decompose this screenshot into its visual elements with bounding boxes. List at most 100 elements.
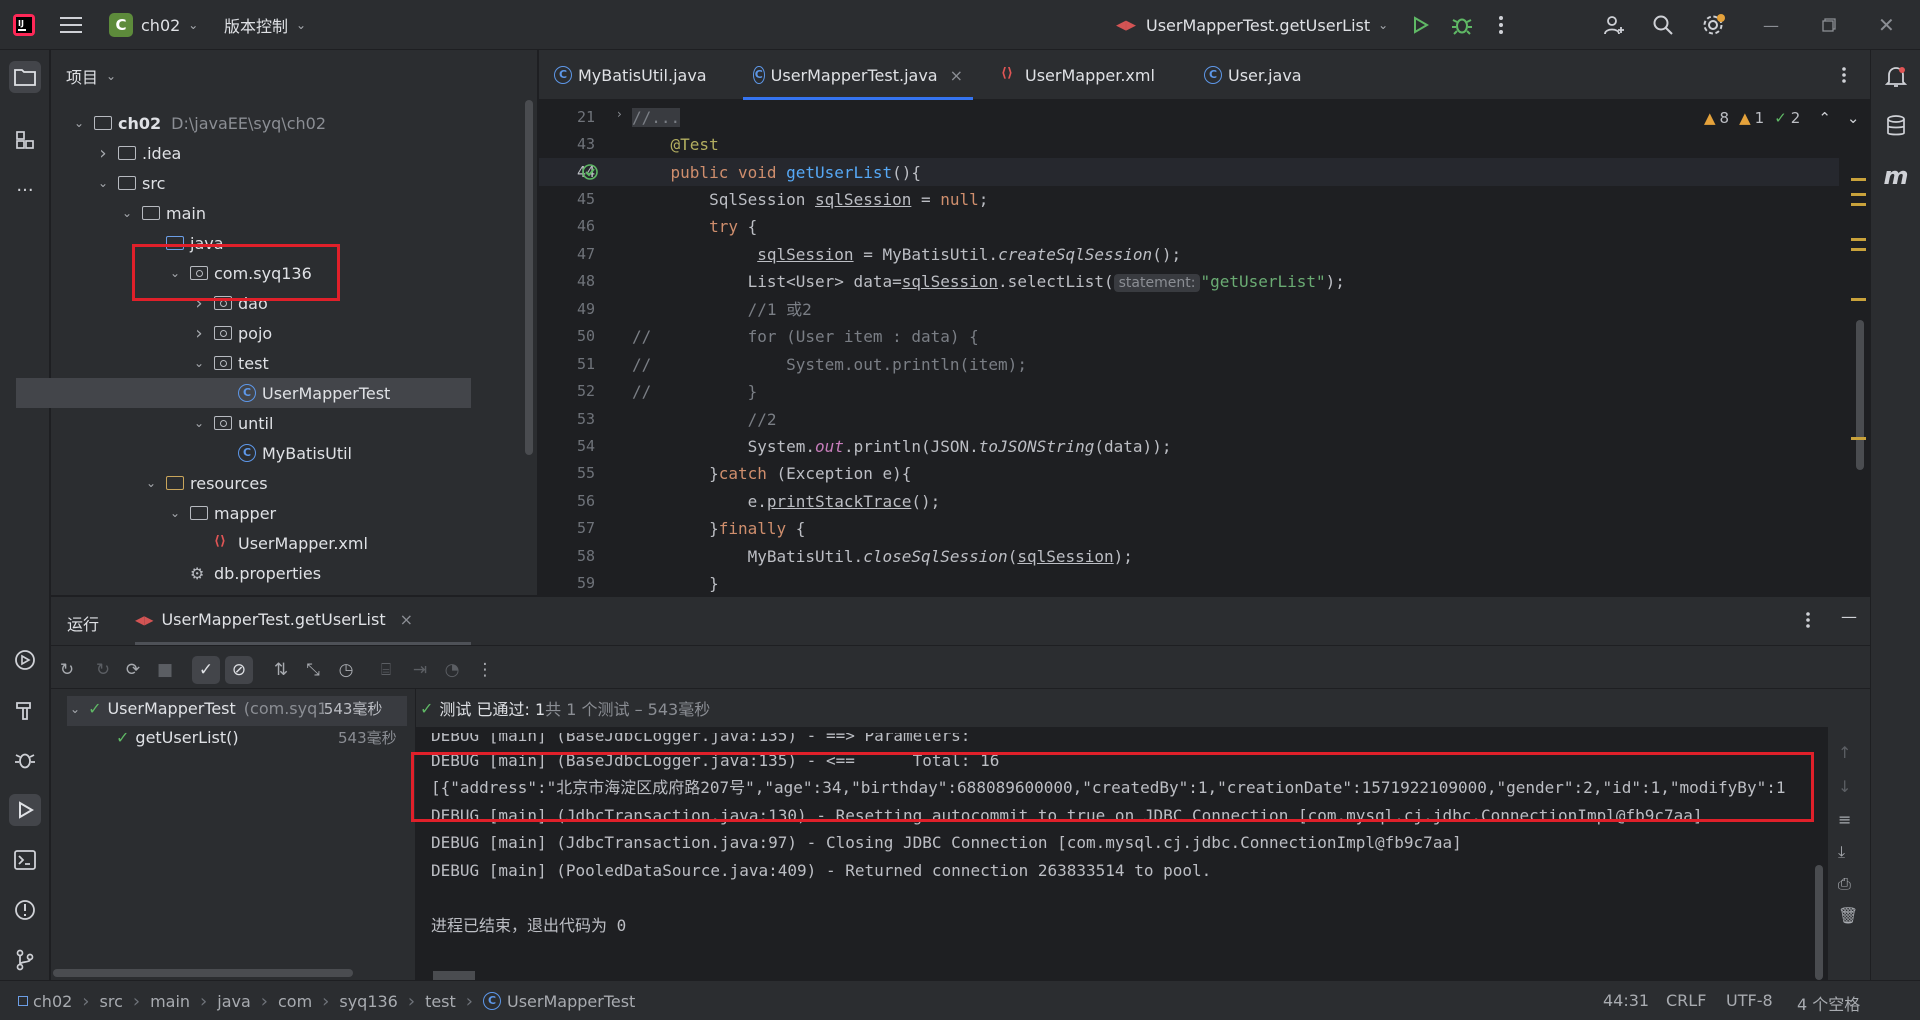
code-line-21[interactable]: //...: [632, 104, 1832, 131]
test-tree-root[interactable]: ⌄ ✓ UserMapperTest (com.syq13 543毫秒: [70, 698, 400, 719]
debug-button[interactable]: [1451, 0, 1473, 50]
soft-wrap-icon[interactable]: ≡: [1838, 810, 1851, 829]
breadcrumb-item[interactable]: UserMapperTest: [507, 992, 635, 1011]
tree-item-pojo[interactable]: › pojo: [0, 318, 470, 348]
tree-item-usermappertest[interactable]: C UserMapperTest: [16, 378, 471, 408]
print-icon[interactable]: ⎙: [1838, 874, 1851, 894]
chevron-down-icon[interactable]: ⌄: [1847, 109, 1860, 127]
code-line-48[interactable]: List<User> data=sqlSession.selectList(st…: [632, 268, 1832, 295]
chevron-right-icon[interactable]: ›: [192, 293, 206, 314]
more-actions-icon[interactable]: ⋮: [471, 656, 499, 684]
breadcrumb-item[interactable]: src: [100, 992, 123, 1011]
run-button[interactable]: [1410, 0, 1430, 50]
code-line-50[interactable]: // for (User item : data) {: [632, 323, 1832, 350]
project-panel-header[interactable]: 项目 ⌄: [66, 64, 116, 88]
tree-item-mybatisutil[interactable]: C MyBatisUtil: [0, 438, 470, 468]
camera-icon[interactable]: ⌸: [372, 656, 400, 684]
test-passed-gutter-icon[interactable]: [581, 163, 599, 185]
code-line-49[interactable]: //1 或2: [632, 296, 1832, 323]
console-h-scrollbar[interactable]: [433, 971, 475, 980]
chevron-down-icon[interactable]: ⌄: [168, 266, 182, 280]
collapse-all-icon[interactable]: ⤡: [299, 656, 327, 684]
folded-region[interactable]: //...: [632, 108, 681, 127]
tree-item-test[interactable]: ⌄ test: [0, 348, 470, 378]
editor-scrollbar[interactable]: [1856, 320, 1864, 470]
maven-icon[interactable]: m: [1880, 160, 1912, 192]
scroll-down-icon[interactable]: ↓: [1838, 777, 1851, 796]
breadcrumb-item[interactable]: java: [217, 992, 251, 1011]
code-line-56[interactable]: e.printStackTrace();: [632, 488, 1832, 515]
tab-usermapper-xml[interactable]: ⟨⟩ UserMapper.xml: [1001, 50, 1155, 100]
chevron-down-icon[interactable]: ⌄: [96, 176, 110, 190]
scroll-up-icon[interactable]: ↑: [1838, 743, 1851, 762]
tree-item-mapper[interactable]: ⌄ mapper: [0, 498, 470, 528]
code-line-54[interactable]: System.out.println(JSON.toJSONString(dat…: [632, 433, 1832, 460]
more-actions-icon[interactable]: [1498, 0, 1504, 50]
chevron-down-icon[interactable]: ⌄: [192, 356, 206, 370]
tree-item-dao[interactable]: › dao: [0, 288, 470, 318]
chevron-right-icon[interactable]: ›: [192, 323, 206, 344]
code-line-46[interactable]: try {: [632, 213, 1832, 240]
breadcrumb-item[interactable]: test: [425, 992, 456, 1011]
tree-item-java[interactable]: ⌄ java: [0, 228, 470, 258]
build-hammer-icon[interactable]: [9, 694, 41, 726]
code-line-44[interactable]: public void getUserList(){: [632, 159, 1832, 186]
close-window-icon[interactable]: ✕: [1878, 0, 1895, 50]
terminal-icon[interactable]: [9, 844, 41, 876]
notifications-bell-icon[interactable]: [1880, 61, 1912, 93]
tree-item-main[interactable]: ⌄ main: [0, 198, 470, 228]
test-tree-method[interactable]: ✓ getUserList() 543毫秒: [116, 728, 400, 747]
show-passed-icon[interactable]: ✓: [192, 656, 220, 684]
services-icon[interactable]: [9, 644, 41, 676]
tree-item-src[interactable]: ⌄ src: [0, 168, 470, 198]
code-line-52[interactable]: // }: [632, 378, 1832, 405]
tree-item-until[interactable]: ⌄ until: [0, 408, 470, 438]
add-user-icon[interactable]: [1603, 0, 1625, 50]
fold-arrow-icon[interactable]: ›: [617, 107, 622, 121]
chevron-down-icon[interactable]: ⌄: [168, 506, 182, 520]
import-icon[interactable]: ⇥: [406, 656, 434, 684]
rerun-failed-icon[interactable]: ↻: [89, 656, 117, 684]
run-options-icon[interactable]: [1805, 611, 1811, 633]
line-separator[interactable]: CRLF: [1666, 991, 1706, 1010]
code-line-58[interactable]: MyBatisUtil.closeSqlSession(sqlSession);: [632, 543, 1832, 570]
restore-icon[interactable]: [1822, 0, 1836, 50]
file-encoding[interactable]: UTF-8: [1726, 991, 1773, 1010]
chevron-right-icon[interactable]: ›: [96, 143, 110, 164]
trash-icon[interactable]: 🗑: [1838, 906, 1858, 925]
tree-item-ch02[interactable]: ⌄ ch02 D:\javaEE\syq\ch02: [0, 108, 470, 138]
tab-usermappertest[interactable]: C UserMapperTest.java ×: [743, 50, 973, 100]
console-scrollbar[interactable]: [1815, 865, 1823, 980]
project-switcher[interactable]: C ch02 ⌄: [109, 0, 198, 50]
hide-panel-icon[interactable]: —: [1841, 607, 1857, 626]
chevron-down-icon[interactable]: ⌄: [144, 476, 158, 490]
toggle-auto-test-icon[interactable]: ⟳: [119, 656, 147, 684]
indent-setting[interactable]: 4 个空格: [1797, 991, 1860, 1015]
code-line-43[interactable]: @Test: [632, 131, 1832, 158]
scroll-to-end-icon[interactable]: ⤓: [1838, 842, 1845, 862]
database-icon[interactable]: [1880, 110, 1912, 142]
debug-tool-icon[interactable]: [9, 744, 41, 776]
chevron-down-icon[interactable]: ⌄: [120, 206, 134, 220]
test-tree-scrollbar[interactable]: [53, 969, 353, 977]
run-tool-icon[interactable]: [9, 794, 41, 826]
tree-item-resources[interactable]: ⌄ resources: [0, 468, 470, 498]
breadcrumb-item[interactable]: ch02: [33, 992, 72, 1011]
run-tab[interactable]: ◀▶ UserMapperTest.getUserList ×: [135, 597, 471, 645]
tab-mybatisutil[interactable]: C MyBatisUtil.java: [554, 50, 707, 100]
chevron-down-icon[interactable]: ⌄: [192, 416, 206, 430]
close-tab-icon[interactable]: ×: [400, 610, 413, 629]
chevron-down-icon[interactable]: ⌄: [144, 236, 158, 250]
code-line-47[interactable]: sqlSession = MyBatisUtil.createSqlSessio…: [632, 241, 1832, 268]
tree-item--idea[interactable]: › .idea: [0, 138, 470, 168]
history-clock-icon[interactable]: ◷: [332, 656, 360, 684]
tree-item-db-properties[interactable]: ⚙ db.properties: [0, 558, 470, 588]
vcs-menu[interactable]: 版本控制 ⌄: [224, 0, 306, 50]
tab-user-java[interactable]: C User.java: [1204, 50, 1302, 100]
show-ignored-icon[interactable]: ⊘: [225, 656, 253, 684]
breadcrumb-item[interactable]: main: [150, 992, 190, 1011]
git-branch-icon[interactable]: [9, 944, 41, 976]
coverage-icon[interactable]: ◔: [438, 656, 466, 684]
tree-item-usermapper-xml[interactable]: ⟨⟩ UserMapper.xml: [0, 528, 470, 558]
problems-icon[interactable]: [9, 894, 41, 926]
